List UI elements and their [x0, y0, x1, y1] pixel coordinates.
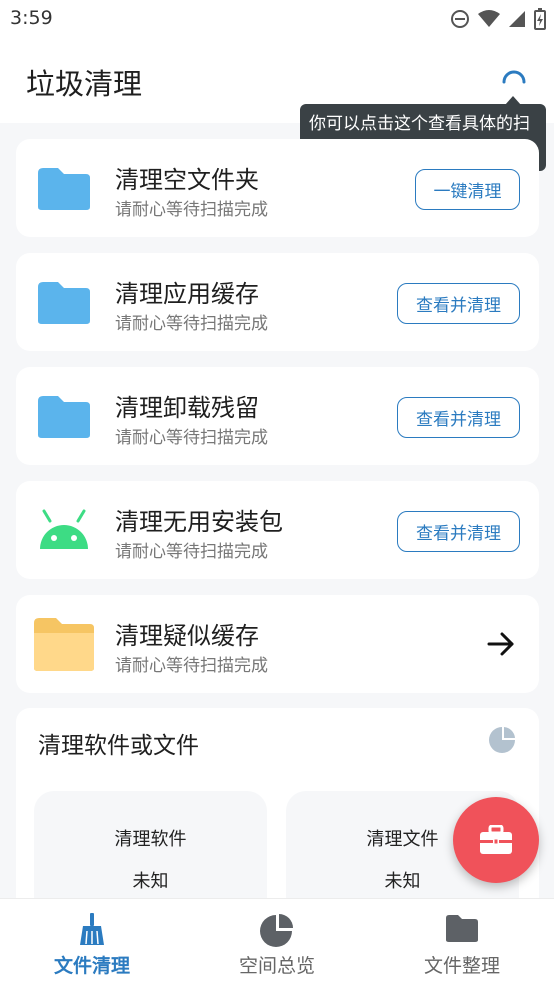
toolbox-icon [480, 825, 512, 854]
arrow-right-icon[interactable] [486, 629, 516, 659]
page-title: 垃圾清理 [26, 67, 143, 101]
folder-icon [38, 168, 90, 210]
card-clean-empty-folders[interactable]: 清理空文件夹 请耐心等待扫描完成 一键清理 [16, 139, 539, 237]
nav-label: 空间总览 [238, 955, 315, 977]
sub-card-value: 未知 [132, 871, 169, 892]
broom-icon [80, 913, 104, 945]
card-subtitle: 请耐心等待扫描完成 [115, 314, 268, 334]
nav-label: 文件清理 [53, 955, 130, 977]
android-icon [40, 509, 88, 549]
bottom-navigation: 文件清理 空间总览 文件整理 [0, 898, 554, 985]
card-title: 清理疑似缓存 [115, 622, 259, 650]
loading-spinner-icon [502, 70, 526, 84]
view-and-clean-button[interactable]: 查看并清理 [397, 283, 520, 324]
card-subtitle: 请耐心等待扫描完成 [115, 428, 268, 448]
nav-file-clean[interactable]: 文件清理 [0, 899, 184, 985]
yellow-folder-icon [34, 618, 94, 671]
status-icons [450, 8, 546, 30]
card-subtitle: 请耐心等待扫描完成 [115, 542, 268, 562]
card-title: 清理应用缓存 [115, 280, 259, 308]
scan-info-button[interactable] [498, 66, 530, 98]
battery-charging-icon [534, 8, 546, 30]
card-title: 清理卸载残留 [115, 394, 259, 422]
card-subtitle: 请耐心等待扫描完成 [115, 656, 268, 676]
sub-card-label: 清理软件 [114, 829, 187, 850]
card-title: 清理空文件夹 [115, 166, 259, 194]
nav-space-overview[interactable]: 空间总览 [185, 899, 369, 985]
pie-chart-icon[interactable] [488, 726, 516, 754]
folder-icon [446, 915, 478, 942]
view-and-clean-button[interactable]: 查看并清理 [397, 397, 520, 438]
card-clean-app-cache[interactable]: 清理应用缓存 请耐心等待扫描完成 查看并清理 [16, 253, 539, 351]
clean-software-or-files-section: 清理软件或文件 清理软件 未知 清理文件 未知 [16, 708, 539, 918]
nav-file-organize[interactable]: 文件整理 [370, 899, 554, 985]
one-click-clean-button[interactable]: 一键清理 [415, 169, 520, 210]
status-bar: 3:59 [0, 0, 554, 38]
folder-icon [38, 396, 90, 438]
section-title: 清理软件或文件 [38, 733, 199, 759]
card-subtitle: 请耐心等待扫描完成 [115, 200, 268, 220]
view-and-clean-button[interactable]: 查看并清理 [397, 511, 520, 552]
card-clean-suspected-cache[interactable]: 清理疑似缓存 请耐心等待扫描完成 [16, 595, 539, 693]
status-time: 3:59 [10, 7, 53, 29]
signal-icon [509, 11, 525, 27]
folder-icon [38, 282, 90, 324]
card-clean-uninstall-residue[interactable]: 清理卸载残留 请耐心等待扫描完成 查看并清理 [16, 367, 539, 465]
card-title: 清理无用安装包 [115, 508, 283, 536]
nav-label: 文件整理 [423, 955, 500, 977]
pie-chart-icon [260, 914, 293, 947]
card-clean-unused-apks[interactable]: 清理无用安装包 请耐心等待扫描完成 查看并清理 [16, 481, 539, 579]
do-not-disturb-icon [451, 10, 469, 28]
wifi-icon [478, 10, 500, 27]
toolbox-fab[interactable] [453, 797, 539, 883]
